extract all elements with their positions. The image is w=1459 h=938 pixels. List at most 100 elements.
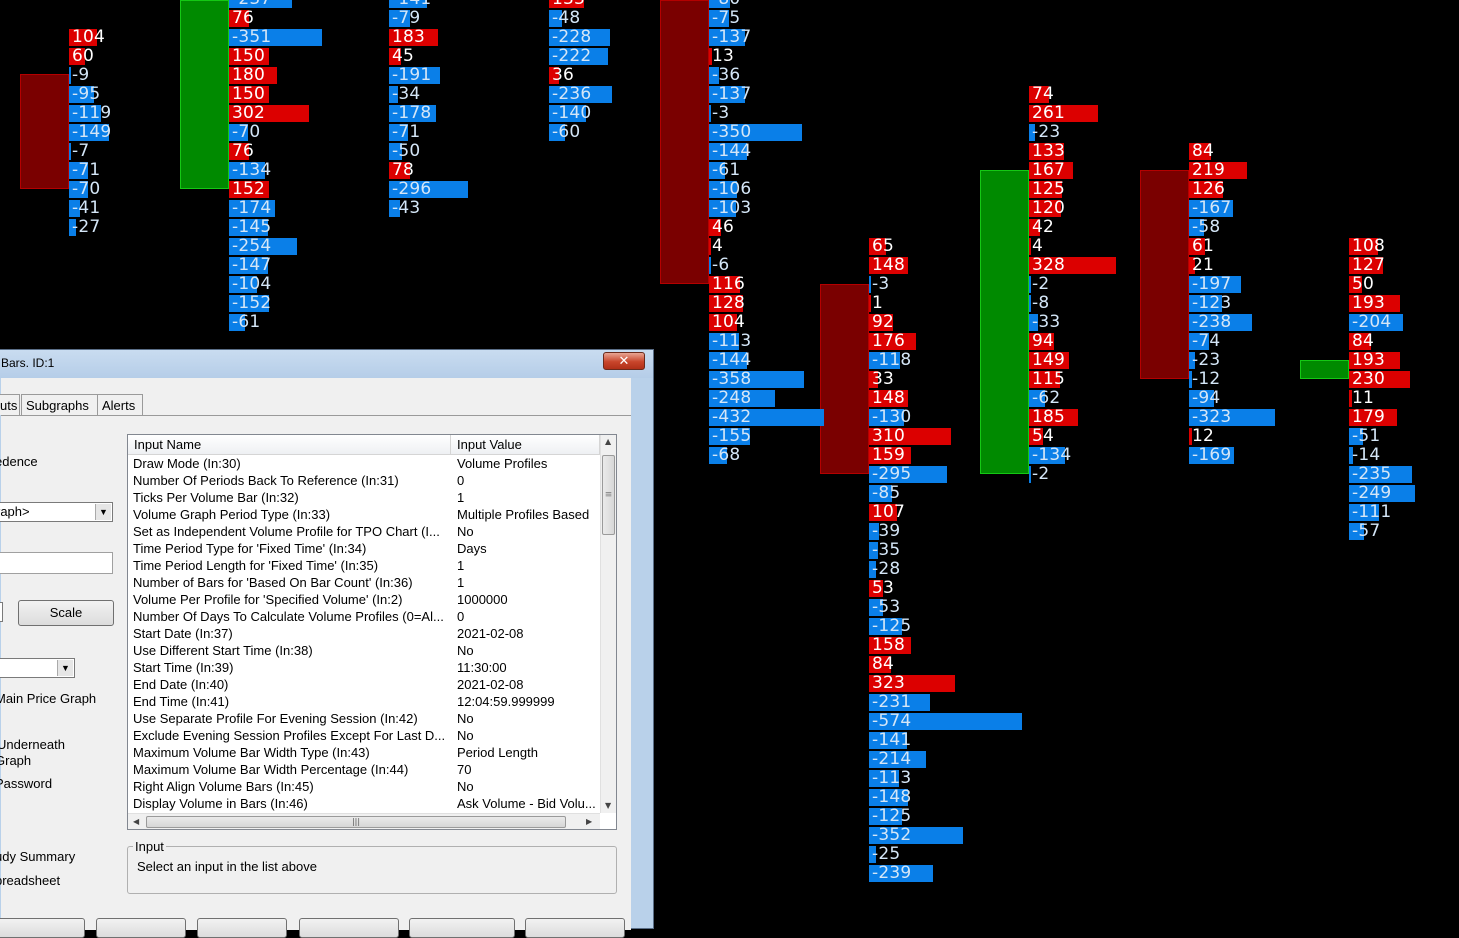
- volume-value-label: 4: [1032, 236, 1044, 256]
- candle-red: [820, 284, 869, 474]
- region-combo[interactable]: ▼: [0, 658, 75, 678]
- input-value-cell[interactable]: No: [457, 523, 597, 540]
- volume-value-label: 1: [872, 293, 884, 313]
- scroll-right-icon[interactable]: ▶: [586, 817, 592, 826]
- input-value-cell[interactable]: Ask Volume - Bid Volu...: [457, 795, 597, 812]
- horizontal-scroll-thumb[interactable]: |||: [146, 816, 566, 828]
- input-name-cell: Use Different Start Time (In:38): [133, 643, 313, 658]
- volume-value-label: 46: [712, 217, 735, 237]
- input-row[interactable]: Ticks Per Volume Bar (In:32) 1: [128, 489, 600, 506]
- volume-value-label: -296: [392, 179, 432, 199]
- volume-value-label: 84: [1352, 331, 1375, 351]
- name-field[interactable]: [0, 552, 113, 574]
- candle-green: [180, 0, 229, 189]
- volume-bar: [869, 276, 871, 293]
- volume-value-label: 193: [1352, 350, 1386, 370]
- volume-value-label: 310: [872, 426, 906, 446]
- horizontal-scrollbar[interactable]: ◀ ||| ▶: [128, 813, 600, 829]
- scroll-down-icon[interactable]: ▼: [605, 801, 611, 810]
- candle-red: [660, 0, 709, 284]
- tab-alerts[interactable]: Alerts: [97, 394, 143, 415]
- volume-value-label: -41: [72, 198, 101, 218]
- input-value-cell[interactable]: 1: [457, 574, 597, 591]
- volume-value-label: 42: [1032, 217, 1055, 237]
- vertical-scrollbar[interactable]: ▲ ≡ ▼: [600, 435, 616, 813]
- input-row[interactable]: Time Period Type for 'Fixed Time' (In:34…: [128, 540, 600, 557]
- input-list[interactable]: Input Name Input Value Draw Mode (In:30)…: [127, 434, 617, 830]
- volume-value-label: -23: [1032, 122, 1061, 142]
- volume-value-label: -39: [872, 521, 901, 541]
- input-value-cell[interactable]: No: [457, 642, 597, 659]
- input-row[interactable]: Use Separate Profile For Evening Session…: [128, 710, 600, 727]
- input-value-cell[interactable]: 0: [457, 472, 597, 489]
- scroll-up-icon[interactable]: ▲: [605, 437, 611, 446]
- input-row[interactable]: Set as Independent Volume Profile for TP…: [128, 523, 600, 540]
- input-row[interactable]: Start Date (In:37) 2021-02-08: [128, 625, 600, 642]
- volume-value-label: 328: [1032, 255, 1066, 275]
- column-header-input-value[interactable]: Input Value: [451, 435, 600, 454]
- volume-value-label: -58: [1192, 217, 1221, 237]
- input-row[interactable]: Maximum Volume Bar Width Percentage (In:…: [128, 761, 600, 778]
- input-row[interactable]: Time Period Length for 'Fixed Time' (In:…: [128, 557, 600, 574]
- input-value-cell[interactable]: 2021-02-08: [457, 676, 597, 693]
- input-row[interactable]: Number Of Days To Calculate Volume Profi…: [128, 608, 600, 625]
- input-value-cell[interactable]: No: [457, 778, 597, 795]
- volume-bar: [709, 257, 711, 274]
- input-row[interactable]: End Time (In:41) 12:04:59.999999: [128, 693, 600, 710]
- input-value-cell[interactable]: 1000000: [457, 591, 597, 608]
- input-row[interactable]: Right Align Volume Bars (In:45) No: [128, 778, 600, 795]
- input-value-cell[interactable]: 11:30:00: [457, 659, 597, 676]
- input-row[interactable]: Exclude Evening Session Profiles Except …: [128, 727, 600, 744]
- dialog-button-5[interactable]: [409, 918, 515, 938]
- dialog-button-4[interactable]: [299, 918, 399, 938]
- input-value-cell[interactable]: Days: [457, 540, 597, 557]
- input-value-cell[interactable]: Multiple Profiles Based: [457, 506, 597, 523]
- input-value-cell[interactable]: No: [457, 727, 597, 744]
- volume-value-label: -2: [1032, 464, 1050, 484]
- input-row[interactable]: Draw Mode (In:30) Volume Profiles: [128, 455, 600, 472]
- volume-value-label: -71: [392, 122, 421, 142]
- input-value-cell[interactable]: 1: [457, 489, 597, 506]
- close-icon[interactable]: ✕: [603, 352, 645, 370]
- input-value-cell[interactable]: Volume Profiles: [457, 455, 597, 472]
- input-row[interactable]: Number Of Periods Back To Reference (In:…: [128, 472, 600, 489]
- input-value-cell[interactable]: 70: [457, 761, 597, 778]
- dialog-button-3[interactable]: [197, 918, 287, 938]
- input-value-cell[interactable]: No: [457, 710, 597, 727]
- volume-value-label: -155: [712, 426, 752, 446]
- tab-subgraphs[interactable]: Subgraphs: [21, 394, 98, 415]
- scroll-left-icon[interactable]: ◀: [133, 817, 139, 826]
- input-row[interactable]: Display Volume in Bars (In:46) Ask Volume…: [128, 795, 600, 812]
- input-name-cell: Right Align Volume Bars (In:45): [133, 779, 314, 794]
- input-value-cell[interactable]: 1: [457, 557, 597, 574]
- vertical-scroll-thumb[interactable]: ≡: [602, 455, 615, 535]
- tab-inputs[interactable]: uts: [0, 394, 20, 415]
- precedence-label: edence: [0, 454, 38, 469]
- input-row[interactable]: Volume Per Profile for 'Specified Volume…: [128, 591, 600, 608]
- scale-combo[interactable]: [0, 602, 3, 622]
- input-value-cell[interactable]: 12:04:59.999999: [457, 693, 597, 710]
- input-value-cell[interactable]: 0: [457, 608, 597, 625]
- volume-value-label: -50: [392, 141, 421, 161]
- input-name-cell: Display Volume in Bars (In:46): [133, 796, 308, 811]
- input-row[interactable]: Use Different Start Time (In:38) No: [128, 642, 600, 659]
- input-row[interactable]: End Date (In:40) 2021-02-08: [128, 676, 600, 693]
- volume-value-label: -140: [552, 103, 592, 123]
- volume-value-label: 127: [1352, 255, 1386, 275]
- column-header-input-name[interactable]: Input Name: [128, 435, 451, 454]
- graph-combo[interactable]: raph> ▼: [0, 502, 113, 522]
- input-row[interactable]: Number of Bars for 'Based On Bar Count' …: [128, 574, 600, 591]
- dialog-button-1[interactable]: [0, 918, 85, 938]
- dialog-button-6[interactable]: [525, 918, 625, 938]
- input-value-cell[interactable]: Period Length: [457, 744, 597, 761]
- input-value-cell[interactable]: 2021-02-08: [457, 625, 597, 642]
- volume-value-label: -70: [72, 179, 101, 199]
- dialog-button-2[interactable]: [96, 918, 186, 938]
- input-row[interactable]: Maximum Volume Bar Width Type (In:43) Per…: [128, 744, 600, 761]
- input-row[interactable]: Start Time (In:39) 11:30:00: [128, 659, 600, 676]
- scale-button[interactable]: Scale: [18, 600, 114, 626]
- volume-value-label: -111: [1352, 502, 1392, 522]
- dialog-titlebar[interactable]: Bars. ID:1 ✕: [0, 350, 653, 378]
- input-row[interactable]: Volume Graph Period Type (In:33) Multiple…: [128, 506, 600, 523]
- volume-value-label: -249: [1352, 483, 1392, 503]
